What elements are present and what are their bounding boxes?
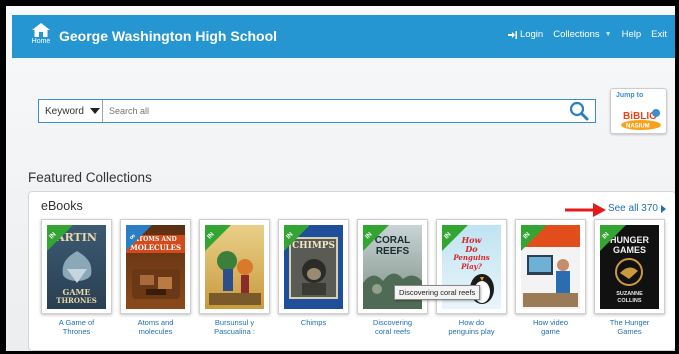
cover-text: COLLINS [617, 298, 642, 304]
ebooks-title: eBooks [41, 199, 83, 213]
book-title[interactable]: The Hunger Games [594, 318, 665, 336]
book-title-line: game [541, 326, 560, 336]
cover-art [132, 269, 180, 299]
book-title[interactable]: How do penguins play [436, 318, 507, 336]
book-title-line: Pascualina : [214, 326, 255, 336]
book-title[interactable]: Chimps [278, 318, 349, 328]
book-cover-card[interactable]: CHIMPS IN [278, 219, 349, 314]
book-item[interactable]: IN Bursunsul y Pascualina : [199, 219, 270, 336]
book-item[interactable]: HUNGER GAMES SUZANNE COLLINS IN The Hung… [594, 219, 665, 336]
book-title[interactable]: Bursunsul y Pascualina : [199, 318, 270, 336]
book-cover-card[interactable]: IN [515, 219, 586, 314]
book-cover-card[interactable]: IN [199, 219, 270, 314]
top-navbar: Home George Washington High School Login… [12, 15, 675, 58]
cover-art [302, 259, 326, 295]
exit-link[interactable]: Exit [651, 29, 667, 40]
book-item[interactable]: How Do Penguins Play? IN How do penguins… [436, 219, 507, 336]
book-title-line: Thrones [62, 326, 91, 336]
school-name[interactable]: George Washington High School [59, 28, 277, 44]
book-cover-card[interactable]: ARTIN GAME THRONES IN [41, 219, 112, 314]
book-item[interactable]: IN How video game [515, 219, 586, 336]
dropdown-caret-icon [89, 108, 100, 114]
cover-art [523, 255, 578, 307]
book-item[interactable]: CORAL REEFS IN Discovering coral reefs [357, 219, 428, 336]
book-title[interactable]: Atoms and molecules [120, 318, 191, 336]
search-icon [569, 101, 589, 121]
book-title-line: coral reefs [374, 326, 410, 336]
search-bar: Keyword [38, 99, 596, 123]
jump-to-biblionasium-button[interactable]: Jump to BiBLIO NASIUM [610, 88, 667, 134]
book-item[interactable]: CHIMPS IN Chimps [278, 219, 349, 328]
book-cover-card[interactable]: ATOMS AND MOLECULES ∞ [120, 219, 191, 314]
collections-menu[interactable]: Collections ▼ [553, 29, 611, 40]
book-item[interactable]: ATOMS AND MOLECULES ∞ Atoms and molecule… [120, 219, 191, 336]
book-title-line: molecules [138, 326, 173, 336]
collections-label: Collections [553, 29, 600, 40]
logo-bottom-text: NASIUM [626, 124, 650, 130]
book-title[interactable]: How video game [515, 318, 586, 336]
search-mode-label: Keyword [45, 105, 84, 117]
home-label: Home [31, 38, 51, 45]
book-title-line: penguins play [448, 326, 495, 336]
book-cover-card[interactable]: HUNGER GAMES SUZANNE COLLINS IN [594, 219, 665, 314]
book-item[interactable]: ARTIN GAME THRONES IN A Game of Thrones [41, 219, 112, 336]
login-label: Login [519, 29, 544, 40]
help-label: Help [621, 29, 642, 40]
search-input[interactable] [103, 106, 595, 116]
book-title[interactable]: Discovering coral reefs [357, 318, 428, 336]
featured-collections-heading: Featured Collections [28, 170, 152, 185]
cover-text: Penguins [453, 253, 490, 262]
search-button[interactable] [569, 101, 589, 126]
help-link[interactable]: Help [622, 29, 642, 40]
see-all-link[interactable]: See all 370 [608, 203, 666, 214]
jump-label: Jump to [616, 92, 644, 99]
cover-art [62, 251, 92, 283]
search-mode-select[interactable]: Keyword [39, 100, 103, 122]
home-icon [32, 23, 50, 37]
book-tooltip: Discovering coral reefs [394, 285, 481, 300]
cover-text: THRONES [56, 296, 97, 305]
red-arrow-annotation [565, 203, 606, 217]
nav-menu: Login Collections ▼ Help Exit [507, 29, 675, 40]
exit-label: Exit [651, 29, 667, 40]
home-button[interactable]: Home [28, 23, 54, 45]
book-title[interactable]: A Game of Thrones [41, 318, 112, 336]
login-icon [507, 30, 517, 39]
app-window: Home George Washington High School Login… [0, 0, 679, 354]
mockingjay-emblem [615, 258, 643, 286]
book-title-line: Games [617, 326, 642, 336]
chevron-right-icon [661, 204, 666, 213]
chevron-down-icon: ▼ [604, 31, 612, 38]
cover-text: SUZANNE [616, 291, 643, 297]
login-link[interactable]: Login [507, 29, 544, 40]
biblionasium-logo: BiBLIO NASIUM [620, 109, 661, 130]
see-all-label: See all 370 [607, 203, 658, 214]
book-title-line: Chimps [300, 318, 327, 327]
ebooks-collection-panel: eBooks See all 370 ARTIN GAME THRONES IN… [28, 191, 675, 351]
